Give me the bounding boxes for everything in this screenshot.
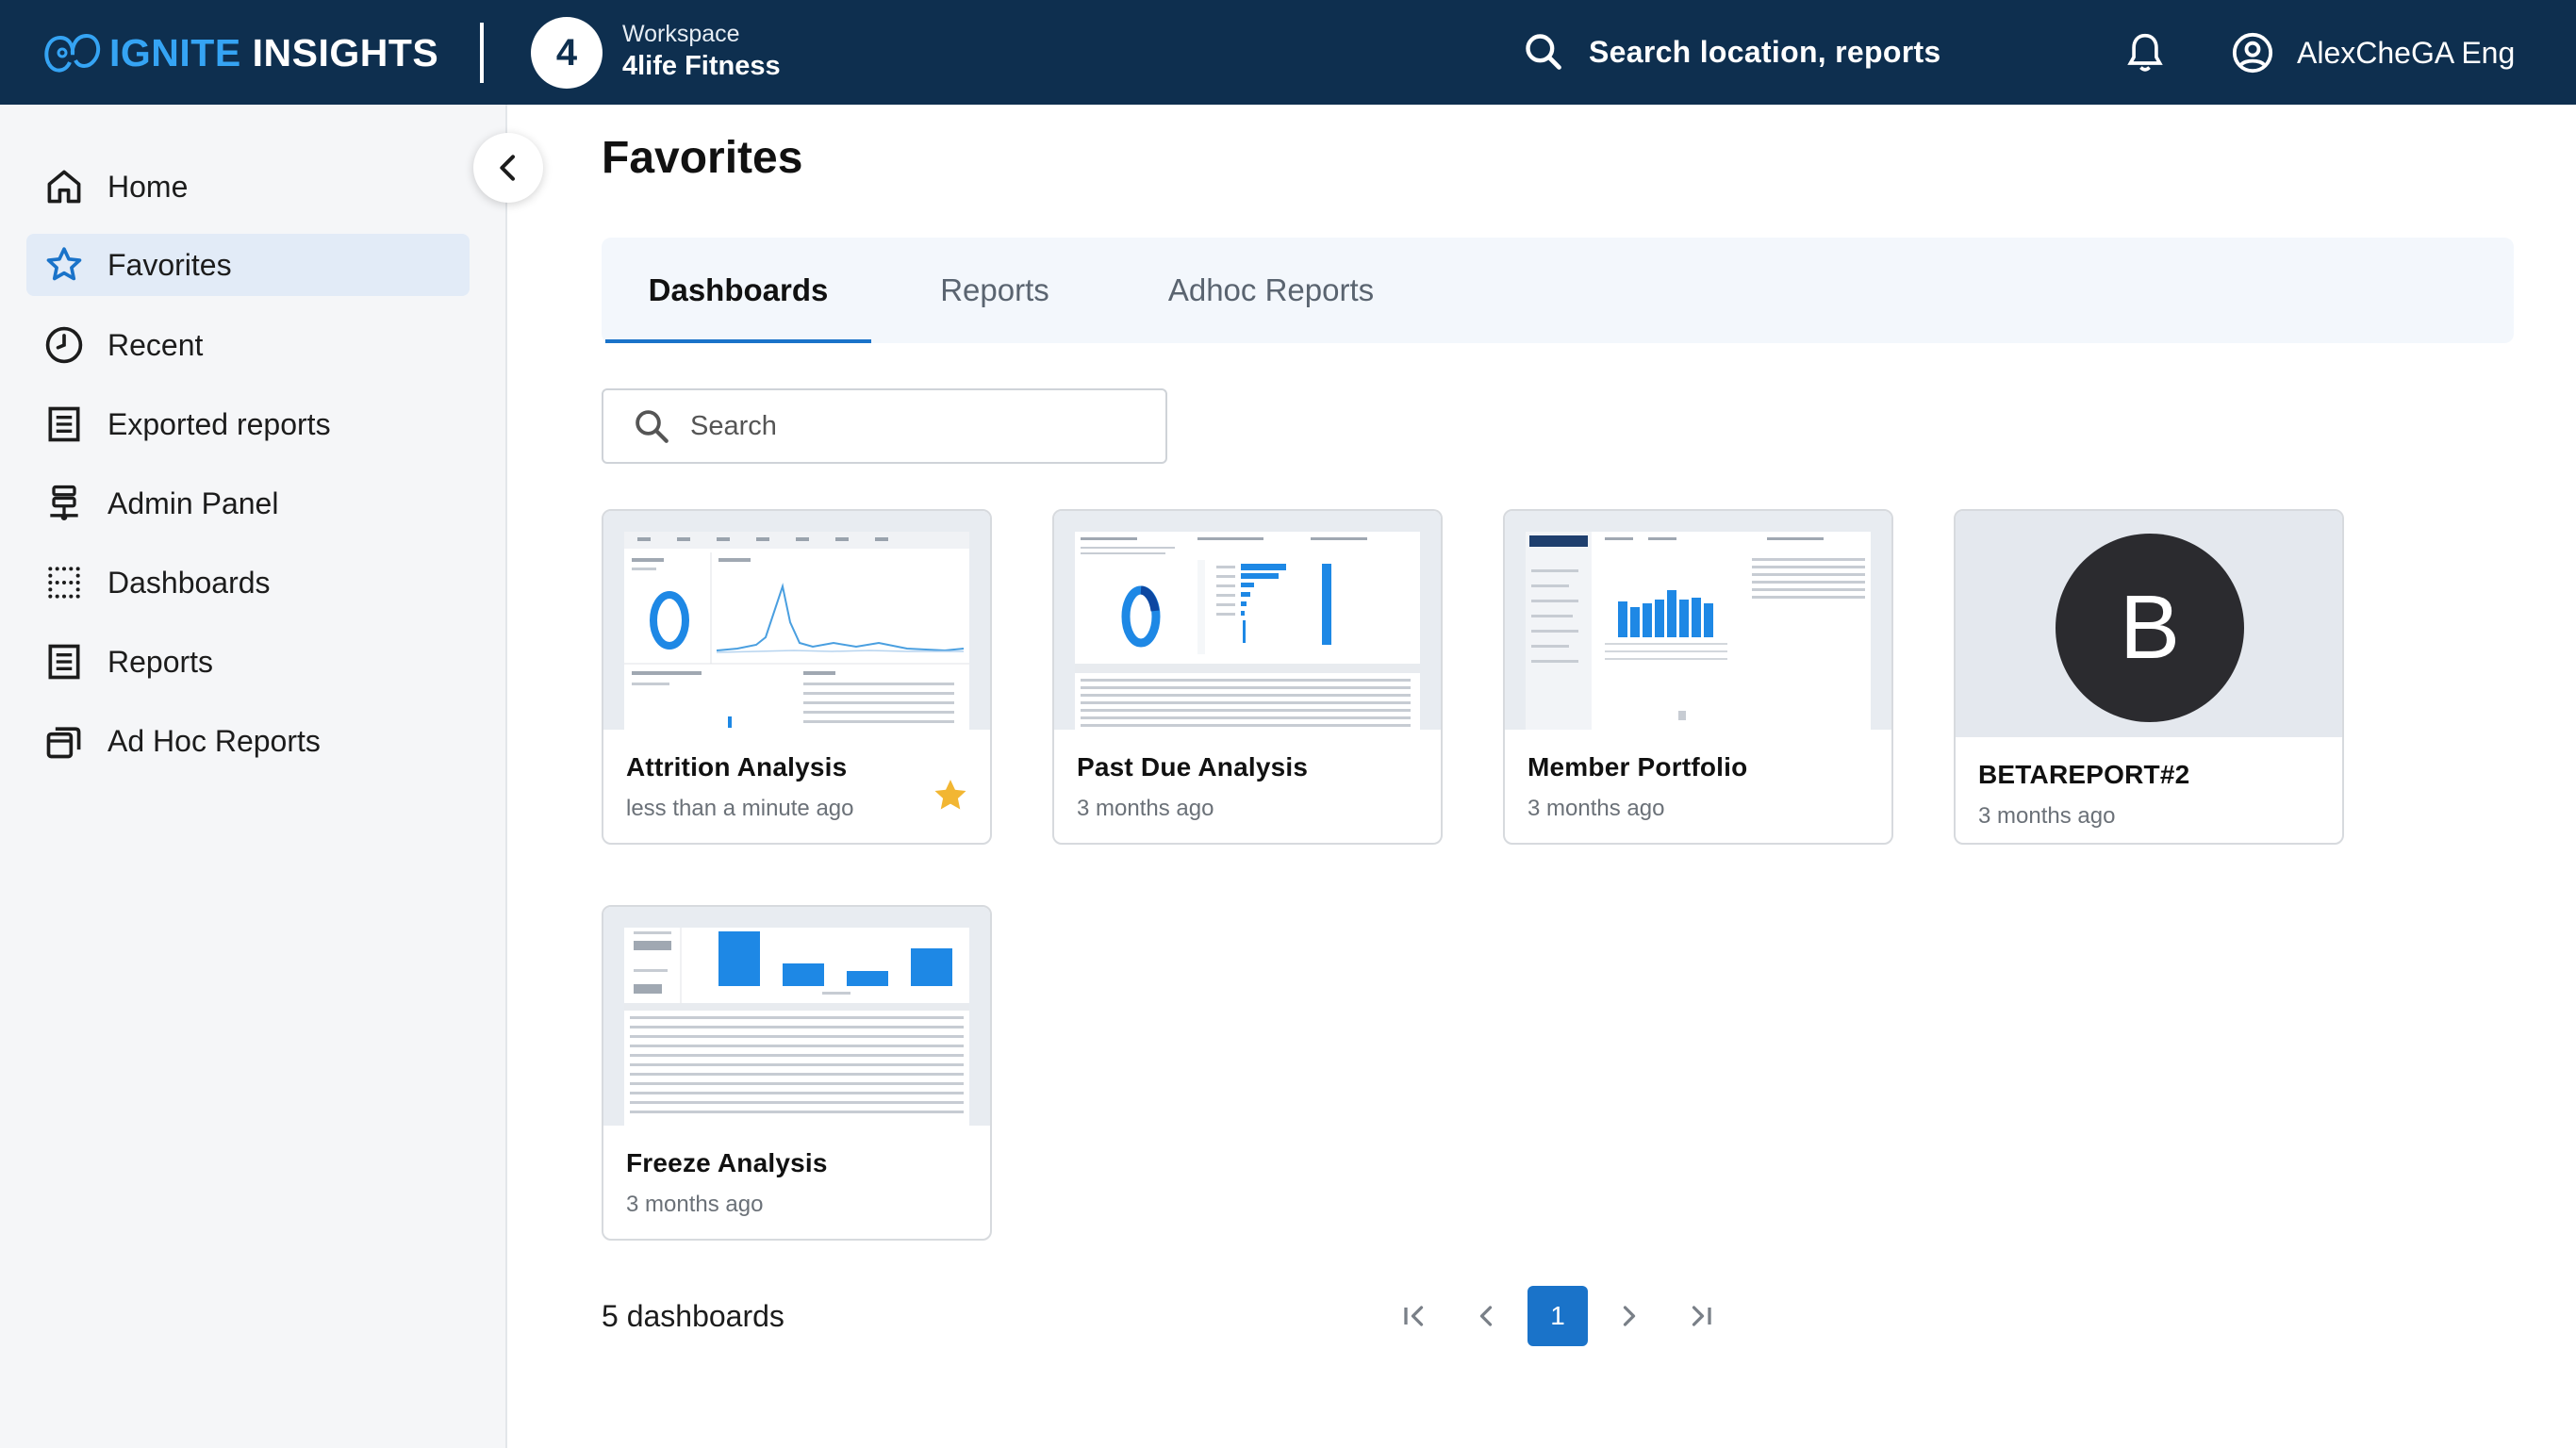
logo-icon (44, 33, 101, 73)
search-field[interactable] (602, 388, 1167, 464)
sidebar-item-reports[interactable]: Reports (26, 631, 470, 693)
workspace-label: Workspace (622, 21, 740, 47)
stacked-pages-icon (46, 727, 81, 759)
document-list-icon (48, 644, 80, 680)
chevron-left-icon (1479, 1306, 1493, 1326)
card-timestamp: 3 months ago (1978, 803, 2116, 829)
result-count: 5 dashboards (602, 1299, 784, 1333)
dashboard-preview-image (624, 928, 969, 1126)
sidebar-item-home[interactable]: Home (26, 156, 470, 218)
last-page-button[interactable] (1671, 1286, 1731, 1346)
dashboard-preview-image (624, 532, 969, 730)
dots-grid-icon (48, 567, 80, 599)
sidebar-item-label: Admin Panel (107, 485, 279, 520)
logo-text-ignite: IGNITE (109, 30, 241, 74)
last-page-icon (1692, 1306, 1711, 1326)
sidebar-item-favorites[interactable]: Favorites (26, 234, 470, 296)
search-input[interactable] (690, 410, 1143, 442)
card-timestamp: 3 months ago (1527, 796, 1665, 821)
tab-adhoc-reports[interactable]: Adhoc Reports (1118, 238, 1424, 343)
tab-reports[interactable]: Reports (886, 238, 1103, 343)
dashboard-thumbnail: B (1956, 511, 2342, 737)
previous-page-button[interactable] (1456, 1286, 1516, 1346)
card-title: BETAREPORT#2 (1978, 760, 2190, 789)
sidebar-item-ad-hoc-reports[interactable]: Ad Hoc Reports (26, 710, 470, 772)
card-title: Freeze Analysis (626, 1148, 828, 1177)
avatar: B (2056, 534, 2244, 722)
page-title: Favorites (602, 133, 803, 183)
workspace-name[interactable]: 4life Fitness (622, 51, 781, 82)
card-title: Past Due Analysis (1077, 752, 1309, 782)
sidebar-item-dashboards[interactable]: Dashboards (26, 551, 470, 614)
clock-icon (45, 326, 83, 364)
sidebar-item-label: Home (107, 169, 189, 204)
search-icon (1526, 34, 1561, 70)
sidebar-item-label: Reports (107, 644, 214, 679)
dashboard-thumbnail (1054, 511, 1441, 730)
card-title: Member Portfolio (1527, 752, 1748, 782)
dashboard-thumbnail (1505, 511, 1891, 730)
star-icon (46, 247, 82, 281)
home-icon (47, 170, 81, 204)
dashboard-preview-image (1526, 532, 1871, 730)
sidebar: Home Favorites Recent Exported reports A… (0, 105, 507, 1448)
favorite-star-icon[interactable] (930, 775, 971, 816)
user-menu[interactable]: AlexCheGA Eng (2231, 30, 2515, 75)
header-divider (480, 23, 484, 83)
user-avatar-icon (2232, 32, 2273, 74)
first-page-button[interactable] (1384, 1286, 1445, 1346)
sidebar-item-label: Ad Hoc Reports (107, 723, 321, 758)
dashboard-card-attrition-analysis[interactable]: Attrition Analysis less than a minute ag… (602, 509, 992, 845)
dashboard-thumbnail (603, 907, 990, 1126)
top-header: IGNITE INSIGHTS 4 Workspace 4life Fitnes… (0, 0, 2576, 105)
user-name: AlexCheGA Eng (2297, 35, 2516, 70)
sidebar-item-exported-reports[interactable]: Exported reports (26, 393, 470, 455)
card-title: Attrition Analysis (626, 752, 848, 782)
chevron-left-icon (500, 155, 515, 181)
dashboard-thumbnail (603, 511, 990, 730)
global-search-label: Search location, reports (1589, 34, 1941, 69)
tab-dashboards[interactable]: Dashboards (605, 238, 871, 343)
global-search[interactable]: Search location, reports (1523, 28, 1941, 75)
sidebar-item-label: Dashboards (107, 565, 271, 600)
dashboard-card-betareport-2[interactable]: B BETAREPORT#2 3 months ago (1954, 509, 2344, 845)
card-timestamp: 3 months ago (1077, 796, 1214, 821)
tab-bar: Dashboards Reports Adhoc Reports (602, 238, 2514, 343)
search-icon (636, 410, 669, 443)
admin-network-icon (50, 485, 78, 520)
card-timestamp: 3 months ago (626, 1192, 764, 1217)
card-timestamp: less than a minute ago (626, 796, 854, 821)
bell-icon[interactable] (2124, 30, 2166, 75)
workspace-badge[interactable]: 4 (531, 17, 603, 89)
dashboard-card-freeze-analysis[interactable]: Freeze Analysis 3 months ago (602, 905, 992, 1241)
sidebar-item-label: Exported reports (107, 406, 331, 441)
document-list-icon (48, 406, 80, 442)
sidebar-item-label: Recent (107, 327, 204, 362)
sidebar-item-label: Favorites (107, 247, 232, 282)
app-logo[interactable]: IGNITE INSIGHTS (41, 25, 438, 81)
dashboard-preview-image (1075, 532, 1420, 730)
dashboard-card-past-due-analysis[interactable]: Past Due Analysis 3 months ago (1052, 509, 1443, 845)
next-page-button[interactable] (1599, 1286, 1660, 1346)
sidebar-item-admin-panel[interactable]: Admin Panel (26, 472, 470, 535)
page-number-button[interactable]: 1 (1527, 1286, 1588, 1346)
sidebar-collapse-button[interactable] (473, 133, 543, 203)
logo-text-insights: INSIGHTS (252, 30, 439, 74)
first-page-icon (1404, 1306, 1424, 1326)
chevron-right-icon (1623, 1306, 1636, 1326)
sidebar-item-recent[interactable]: Recent (26, 314, 470, 376)
dashboard-card-member-portfolio[interactable]: Member Portfolio 3 months ago (1503, 509, 1893, 845)
